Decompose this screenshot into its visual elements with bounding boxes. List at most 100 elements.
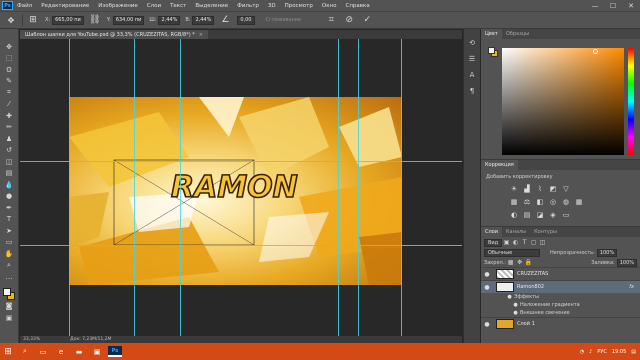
lock-position-icon[interactable]: ✥	[515, 258, 524, 267]
close-button[interactable]: ✕	[622, 0, 640, 11]
levels-icon[interactable]: ▟	[522, 184, 532, 193]
guide-line[interactable]	[358, 39, 359, 336]
photoshop-taskbar-icon[interactable]: Ps	[108, 346, 122, 357]
layer-row[interactable]: ● CRUZEZITAS	[481, 267, 640, 280]
visibility-eye-icon[interactable]: ●	[511, 302, 520, 308]
screen-mode-icon[interactable]: ▣	[3, 312, 16, 324]
hand-tool-icon[interactable]: ✋	[3, 248, 16, 260]
menu-view[interactable]: Просмотр	[285, 3, 313, 9]
photoshop-logo[interactable]: Ps	[2, 1, 13, 10]
vibrance-icon[interactable]: ▽	[561, 184, 571, 193]
photo-filter-icon[interactable]: ◎	[548, 197, 558, 206]
layer-name[interactable]: Слой 1	[517, 321, 535, 327]
gradient-map-icon[interactable]: ▭	[561, 210, 571, 219]
clone-stamp-tool-icon[interactable]: ♟	[3, 133, 16, 145]
pen-tool-icon[interactable]: ✒	[3, 202, 16, 214]
tab-channels[interactable]: Каналы	[502, 227, 530, 237]
visibility-eye-icon[interactable]: ●	[481, 284, 493, 291]
shape-tool-icon[interactable]: ▭	[3, 237, 16, 249]
link-icon[interactable]: ⛓	[89, 14, 101, 26]
brightness-icon[interactable]: ☀	[509, 184, 519, 193]
search-icon[interactable]: ⌕	[18, 346, 32, 357]
properties-icon[interactable]: ☰	[467, 53, 478, 64]
type-tool-icon[interactable]: T	[3, 214, 16, 226]
hue-saturation-icon[interactable]: ▦	[509, 197, 519, 206]
reference-point-icon[interactable]: ⊞	[27, 14, 39, 26]
maximize-button[interactable]: ☐	[604, 0, 622, 11]
volume-icon[interactable]: ♪	[589, 349, 592, 355]
menu-layers[interactable]: Слои	[147, 3, 161, 9]
layer-kind-filter[interactable]: Вид	[484, 238, 503, 247]
tab-swatches[interactable]: Образцы	[502, 29, 533, 39]
clock[interactable]: 19:05	[612, 349, 626, 355]
channel-mixer-icon[interactable]: ◍	[561, 197, 571, 206]
file-explorer-icon[interactable]: ▬	[72, 346, 86, 357]
quick-mask-icon[interactable]: ◙	[3, 301, 16, 313]
cancel-icon[interactable]: ⊘	[343, 14, 355, 26]
healing-brush-tool-icon[interactable]: ✚	[3, 110, 16, 122]
menu-filter[interactable]: Фильтр	[237, 3, 259, 9]
color-balance-icon[interactable]: ⚖	[522, 197, 532, 206]
layer-name[interactable]: CRUZEZITAS	[517, 271, 548, 277]
foreground-color[interactable]	[488, 47, 495, 54]
paragraph-icon[interactable]: ¶	[467, 85, 478, 96]
y-input[interactable]: 634,00 пи	[112, 15, 145, 25]
character-icon[interactable]: A	[467, 69, 478, 80]
warp-icon[interactable]: ⌗	[325, 14, 337, 26]
tab-paths[interactable]: Контуры	[530, 227, 561, 237]
threshold-icon[interactable]: ◪	[535, 210, 545, 219]
eraser-tool-icon[interactable]: ◫	[3, 156, 16, 168]
effects-row[interactable]: ● Эффекты	[481, 293, 640, 301]
menu-help[interactable]: Справка	[345, 3, 369, 9]
blend-mode-select[interactable]: Обычные	[484, 249, 540, 257]
canvas-area[interactable]: RAMON	[20, 39, 462, 336]
menu-edit[interactable]: Редактирование	[41, 3, 89, 9]
marquee-tool-icon[interactable]: ⬚	[3, 53, 16, 65]
menu-select[interactable]: Выделение	[195, 3, 228, 9]
guide-line[interactable]	[134, 39, 135, 336]
fx-icon[interactable]: fx	[629, 284, 634, 290]
visibility-eye-icon[interactable]: ●	[481, 271, 493, 278]
image-filter-icon[interactable]: ▣	[502, 238, 511, 247]
commit-icon[interactable]: ✓	[361, 14, 373, 26]
network-icon[interactable]: ◔	[580, 349, 584, 355]
history-icon[interactable]: ⟲	[467, 37, 478, 48]
banner-artwork[interactable]: RAMON	[69, 97, 402, 285]
foreground-color[interactable]	[2, 287, 11, 296]
history-brush-tool-icon[interactable]: ↺	[3, 145, 16, 157]
menu-image[interactable]: Изображение	[98, 3, 138, 9]
visibility-eye-icon[interactable]: ●	[511, 310, 520, 316]
crop-tool-icon[interactable]: ⌗	[3, 87, 16, 99]
menu-3d[interactable]: 3D	[268, 3, 276, 9]
type-filter-icon[interactable]: T	[520, 238, 529, 247]
close-tab-icon[interactable]: ×	[199, 32, 203, 38]
tab-adjustments[interactable]: Коррекция	[481, 160, 518, 170]
move-tool-icon[interactable]: ✥	[3, 41, 16, 53]
lasso-tool-icon[interactable]: ʘ	[3, 64, 16, 76]
windows-start-icon[interactable]: ⊞	[0, 343, 16, 360]
exposure-icon[interactable]: ◩	[548, 184, 558, 193]
hue-slider[interactable]	[628, 48, 634, 155]
notifications-icon[interactable]: ▤	[631, 349, 636, 355]
gradient-tool-icon[interactable]: ▤	[3, 168, 16, 180]
dodge-tool-icon[interactable]: ●	[3, 191, 16, 203]
task-view-icon[interactable]: ▭	[36, 346, 50, 357]
visibility-eye-icon[interactable]: ●	[505, 294, 514, 300]
smart-object-filter-icon[interactable]: ◫	[538, 238, 547, 247]
guide-line[interactable]	[20, 245, 462, 246]
tab-color[interactable]: Цвет	[481, 29, 502, 39]
guide-line[interactable]	[401, 39, 402, 336]
guide-line[interactable]	[180, 39, 181, 336]
height-input[interactable]: 2,44%	[192, 15, 215, 25]
document-tab[interactable]: Шаблон шапки для YouTube.psd @ 33,3% (CR…	[20, 30, 208, 39]
edge-icon[interactable]: e	[54, 346, 68, 357]
color-swatches[interactable]	[2, 287, 17, 301]
width-input[interactable]: 2,44%	[158, 15, 181, 25]
zoom-tool-icon[interactable]: ⌕	[3, 260, 16, 272]
tab-layers[interactable]: Слои	[481, 227, 502, 237]
posterize-icon[interactable]: ▤	[522, 210, 532, 219]
menu-window[interactable]: Окно	[322, 3, 337, 9]
language-indicator[interactable]: РУС	[597, 349, 607, 355]
menu-type[interactable]: Текст	[170, 3, 186, 9]
adjustment-filter-icon[interactable]: ◐	[511, 238, 520, 247]
